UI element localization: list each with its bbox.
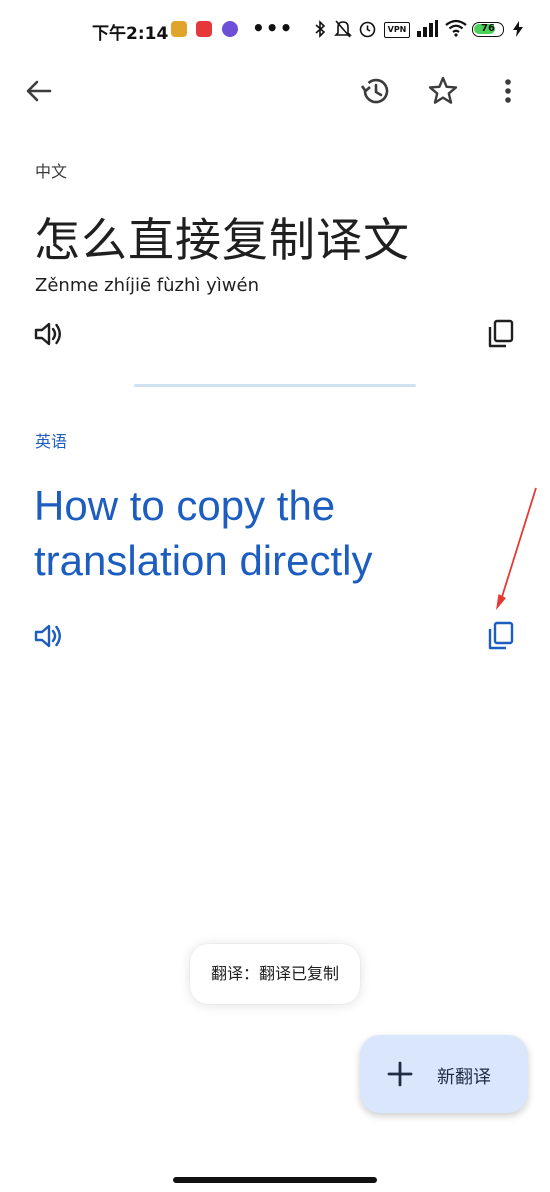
toast-message: 翻译：翻译已复制 xyxy=(190,944,360,1004)
copy-icon[interactable] xyxy=(486,318,516,350)
source-language-label[interactable]: 中文 xyxy=(35,158,67,182)
status-bar: 下午2:14 ••• VPN 76 xyxy=(0,0,550,62)
notification-app-icon xyxy=(196,21,212,37)
notification-app-icon xyxy=(171,21,187,37)
source-text[interactable]: 怎么直接复制译文 xyxy=(34,204,410,270)
new-translation-button[interactable]: 新翻译 xyxy=(360,1035,528,1113)
vpn-icon: VPN xyxy=(384,22,410,38)
annotation-arrow xyxy=(496,487,537,610)
new-translation-label: 新翻译 xyxy=(437,1067,491,1088)
bell-off-icon xyxy=(334,20,352,38)
plus-icon xyxy=(387,1061,413,1087)
speaker-icon[interactable] xyxy=(33,320,65,348)
home-indicator[interactable] xyxy=(173,1177,377,1183)
star-icon[interactable] xyxy=(426,74,460,108)
back-arrow-icon[interactable] xyxy=(22,74,56,108)
more-options-icon[interactable] xyxy=(491,74,525,108)
battery-icon: 76 xyxy=(472,22,504,37)
more-notifications-icon: ••• xyxy=(252,16,294,40)
divider xyxy=(134,384,416,387)
battery-level: 76 xyxy=(481,23,495,34)
pinyin-text: Zěnme zhíjiē fùzhì yìwén xyxy=(35,275,259,296)
status-time: 下午2:14 xyxy=(92,24,169,44)
notification-app-icon xyxy=(222,21,238,37)
copy-icon[interactable] xyxy=(486,620,516,652)
speaker-icon[interactable] xyxy=(33,622,65,650)
bluetooth-icon xyxy=(315,20,326,38)
history-icon[interactable] xyxy=(359,74,393,108)
target-language-label[interactable]: 英语 xyxy=(35,428,67,452)
charging-icon xyxy=(513,21,523,37)
signal-icon xyxy=(417,20,438,37)
translated-text[interactable]: How to copy the translation directly xyxy=(34,478,514,588)
wifi-icon xyxy=(445,19,467,37)
alarm-icon xyxy=(359,21,376,38)
